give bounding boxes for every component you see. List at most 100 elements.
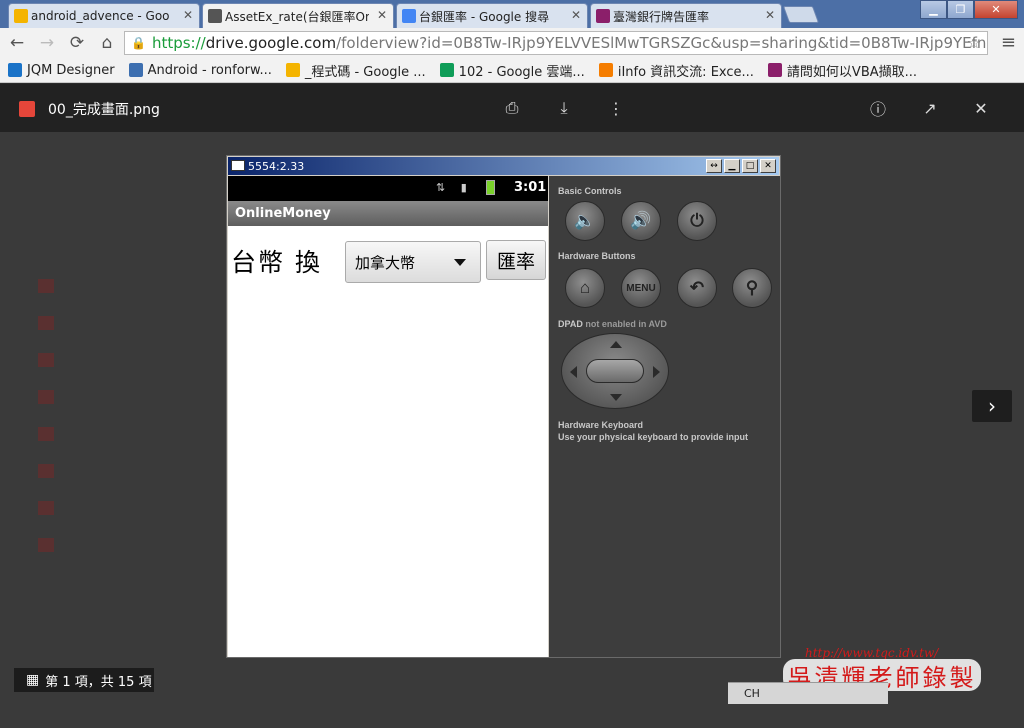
tab-close-icon[interactable]: ✕ xyxy=(571,8,581,22)
battery-icon xyxy=(486,180,495,195)
hardware-keyboard-note: Use your physical keyboard to provide in… xyxy=(558,432,749,442)
volume-up-icon[interactable]: 🔊 xyxy=(621,201,661,241)
print-icon[interactable]: ⎙ xyxy=(500,96,524,120)
bookmark-label: 102 - Google 雲端... xyxy=(458,64,585,80)
status-clock: 3:01 xyxy=(514,180,547,195)
back-icon[interactable]: ↶ xyxy=(677,268,717,308)
dpad-center-button xyxy=(586,359,644,383)
rate-button[interactable]: 匯率 xyxy=(486,240,546,280)
dpad-control[interactable] xyxy=(561,333,669,409)
image-file-icon xyxy=(38,501,54,515)
maximize-button[interactable]: ❐ xyxy=(947,0,974,19)
next-file-button[interactable]: › xyxy=(972,390,1012,422)
address-bar[interactable]: 🔒 https://drive.google.com/folderview?id… xyxy=(124,31,988,55)
background-file-row xyxy=(38,313,68,333)
back-icon[interactable]: ← xyxy=(4,30,30,56)
bookmark-102[interactable]: 102 - Google 雲端... xyxy=(439,61,585,80)
bookmark-label: JQM Designer xyxy=(27,62,115,78)
close-icon[interactable]: ✕ xyxy=(969,96,993,120)
bookmark-star-icon[interactable]: ☆ xyxy=(967,33,981,52)
bookmark-icon xyxy=(767,63,782,77)
tab-close-icon[interactable]: ✕ xyxy=(377,8,387,22)
open-in-new-icon[interactable]: ↗ xyxy=(918,96,942,120)
browser-tab-assetex-rate[interactable]: AssetEx_rate(台銀匯率On ✕ xyxy=(202,3,394,28)
bookmark-vba[interactable]: 請問如何以VBA擷取... xyxy=(767,61,918,80)
tab-close-icon[interactable]: ✕ xyxy=(765,8,775,22)
bookmark-jqm-designer[interactable]: JQM Designer xyxy=(8,63,115,78)
image-file-icon xyxy=(38,316,54,330)
blogger-icon xyxy=(598,63,613,77)
file-pager[interactable]: ▦ 第 1 項，共 15 項 xyxy=(14,668,154,692)
bookmark-android[interactable]: Android - ronforw... xyxy=(128,62,272,78)
background-file-row xyxy=(38,424,68,444)
emulator-window-controls: ↔ ▁ □ ✕ xyxy=(706,159,776,173)
file-viewer-header: 00_完成畫面.png ⎙ ⤓ ⋮ ⓘ ↗ ✕ xyxy=(0,84,1024,132)
language-bar[interactable]: CH xyxy=(728,682,888,704)
bookmark-label: iInfo 資訊交流: Exce... xyxy=(617,64,754,80)
bookmark-code[interactable]: _程式碼 - Google ... xyxy=(285,61,426,80)
search-icon[interactable]: ⚲ xyxy=(732,268,772,308)
info-icon[interactable]: ⓘ xyxy=(866,96,890,120)
bookmarks-bar: JQM Designer Android - ronforw... _程式碼 -… xyxy=(0,58,1024,83)
background-file-row xyxy=(38,276,68,296)
url-path: /folderview?id=0B8Tw-IRjp9YELVVESlMwTGRS… xyxy=(336,34,988,52)
spinner-value: 加拿大幣 xyxy=(355,253,416,272)
browser-toolbar: ← → ⟳ ⌂ 🔒 https://drive.google.com/folde… xyxy=(0,28,1024,58)
image-file-icon xyxy=(38,538,54,552)
volume-down-icon[interactable]: 🔈 xyxy=(565,201,605,241)
reload-icon[interactable]: ⟳ xyxy=(64,30,90,56)
app-title-bar: OnlineMoney xyxy=(228,201,548,226)
bookmark-label: 請問如何以VBA擷取... xyxy=(786,64,918,80)
menu-button[interactable]: MENU xyxy=(621,268,661,308)
window-controls: ▁ ❐ ✕ xyxy=(920,0,1018,19)
tab-label: 台銀匯率 - Google 搜尋 xyxy=(419,9,550,24)
hardware-keyboard-heading: Hardware Keyboard xyxy=(558,420,644,430)
emulator-controls-panel: Basic Controls 🔈 🔊 ⏻ Hardware Buttons ⌂ … xyxy=(549,176,780,657)
background-file-row xyxy=(38,387,68,407)
home-icon[interactable]: ⌂ xyxy=(565,268,605,308)
chrome-menu-icon[interactable]: ≡ xyxy=(1001,32,1016,53)
grid-icon: ▦ xyxy=(26,672,40,688)
bookmark-iinfo[interactable]: iInfo 資訊交流: Exce... xyxy=(598,61,754,80)
more-options-icon[interactable]: ⋮ xyxy=(604,96,628,120)
url-scheme: https:// xyxy=(151,34,206,52)
close-button[interactable]: ✕ xyxy=(760,159,776,173)
background-file-row xyxy=(38,498,68,518)
tab-label: 臺灣銀行牌告匯率 xyxy=(613,9,710,24)
google-icon xyxy=(402,9,416,23)
input-language: CH xyxy=(744,687,760,700)
browser-tab-google-search[interactable]: 台銀匯率 - Google 搜尋 ✕ xyxy=(396,3,588,28)
dpad-up-icon xyxy=(610,341,622,348)
minimize-button[interactable]: ▁ xyxy=(920,0,947,19)
currency-spinner[interactable]: 加拿大幣 xyxy=(345,241,481,283)
dpad-heading: DPAD not enabled in AVD xyxy=(558,319,667,329)
close-window-button[interactable]: ✕ xyxy=(974,0,1018,19)
lock-icon: 🔒 xyxy=(131,36,146,50)
minimize-button[interactable]: ▁ xyxy=(724,159,740,173)
dpad-note: not enabled in AVD xyxy=(585,319,667,329)
download-icon[interactable]: ⤓ xyxy=(552,96,576,120)
forward-icon[interactable]: → xyxy=(34,30,60,56)
emulator-title: 5554:2.33 xyxy=(248,159,305,173)
file-title: 00_完成畫面.png xyxy=(48,102,160,118)
home-icon[interactable]: ⌂ xyxy=(94,30,120,56)
maximize-button[interactable]: □ xyxy=(742,159,758,173)
tab-close-icon[interactable]: ✕ xyxy=(183,8,193,22)
resize-icon[interactable]: ↔ xyxy=(706,159,722,173)
background-file-row xyxy=(38,350,68,370)
drive-icon xyxy=(439,63,454,77)
bookmark-label: Android - ronforw... xyxy=(147,62,272,78)
drive-folder-icon xyxy=(208,9,222,23)
dpad-left-icon xyxy=(570,366,577,378)
image-icon xyxy=(19,101,35,117)
app-content: 台幣 換 加拿大幣 匯率 xyxy=(228,226,548,657)
bookmark-icon xyxy=(128,63,143,77)
image-file-icon xyxy=(38,353,54,367)
new-tab-button[interactable] xyxy=(782,6,820,23)
phone-screen: ⇅ ▮ 3:01 OnlineMoney 台幣 換 加拿大幣 匯率 xyxy=(228,176,548,657)
pager-text: 第 1 項，共 15 項 xyxy=(45,674,152,690)
browser-tab-android-advence[interactable]: android_advence - Goo ✕ xyxy=(8,3,200,28)
browser-tab-bank-rate[interactable]: 臺灣銀行牌告匯率 ✕ xyxy=(590,3,782,28)
bank-icon xyxy=(596,9,610,23)
power-icon[interactable]: ⏻ xyxy=(677,201,717,241)
